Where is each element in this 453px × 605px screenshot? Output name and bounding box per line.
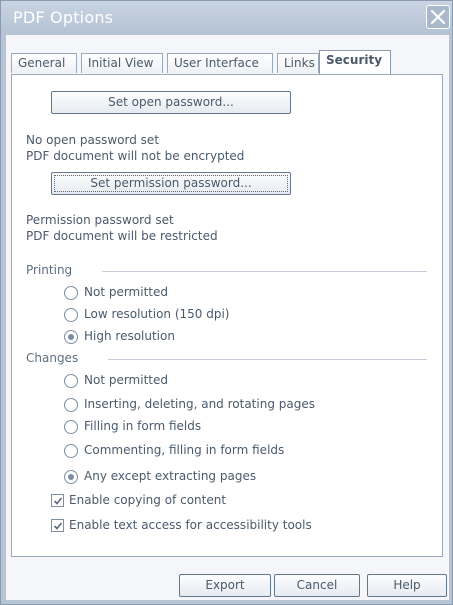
enable-copying-checkbox[interactable] (51, 494, 64, 507)
enable-accessibility-checkbox[interactable] (51, 519, 64, 532)
tab-initial-view[interactable]: Initial View (81, 53, 163, 73)
checkmark-icon (53, 522, 63, 530)
tab-security[interactable]: Security (319, 50, 391, 74)
changes-commenting-label[interactable]: Commenting, filling in form fields (84, 443, 284, 457)
checkmark-icon (53, 497, 63, 505)
printing-not-permitted-radio[interactable] (64, 286, 78, 300)
cancel-button[interactable]: Cancel (274, 574, 360, 597)
changes-not-permitted-label[interactable]: Not permitted (84, 373, 168, 387)
changes-divider (108, 359, 427, 360)
radio-selected-dot (68, 334, 74, 340)
pdf-options-dialog: PDF Options General Initial View User In… (0, 0, 453, 605)
set-open-password-label: Set open password... (108, 95, 234, 109)
export-button-label: Export (205, 578, 245, 592)
enable-accessibility-label[interactable]: Enable text access for accessibility too… (69, 518, 312, 532)
permission-password-status: Permission password set (26, 213, 174, 227)
help-button-label: Help (393, 578, 421, 592)
close-button[interactable] (426, 5, 450, 29)
open-password-status: No open password set (26, 133, 160, 147)
printing-group-label: Printing (26, 263, 73, 277)
set-permission-password-label: Set permission password... (90, 176, 252, 190)
changes-not-permitted-radio[interactable] (64, 374, 78, 388)
enable-copying-label[interactable]: Enable copying of content (69, 493, 226, 507)
printing-not-permitted-label[interactable]: Not permitted (84, 285, 168, 299)
radio-selected-dot (68, 474, 74, 480)
changes-any-except-radio[interactable] (64, 470, 78, 484)
changes-group-label: Changes (26, 351, 79, 365)
tab-general[interactable]: General (11, 53, 77, 73)
printing-low-resolution-label[interactable]: Low resolution (150 dpi) (84, 307, 229, 321)
window-title: PDF Options (13, 8, 114, 27)
tab-links[interactable]: Links (277, 53, 319, 73)
printing-high-resolution-label[interactable]: High resolution (84, 329, 175, 343)
set-open-password-button[interactable]: Set open password... (51, 91, 291, 114)
export-button[interactable]: Export (179, 574, 271, 597)
cancel-button-label: Cancel (296, 578, 338, 592)
restriction-status: PDF document will be restricted (26, 229, 218, 243)
help-button[interactable]: Help (367, 574, 447, 597)
changes-any-except-label[interactable]: Any except extracting pages (84, 469, 256, 483)
close-icon (430, 9, 446, 25)
encryption-status: PDF document will not be encrypted (26, 149, 245, 163)
changes-filling-label[interactable]: Filling in form fields (84, 419, 201, 433)
tab-user-interface[interactable]: User Interface (167, 53, 273, 73)
changes-inserting-label[interactable]: Inserting, deleting, and rotating pages (84, 397, 315, 411)
title-bar: PDF Options (1, 1, 452, 35)
printing-high-resolution-radio[interactable] (64, 330, 78, 344)
printing-divider (102, 271, 427, 272)
set-permission-password-button[interactable]: Set permission password... (51, 172, 291, 195)
changes-inserting-radio[interactable] (64, 398, 78, 412)
changes-filling-radio[interactable] (64, 420, 78, 434)
changes-commenting-radio[interactable] (64, 444, 78, 458)
printing-low-resolution-radio[interactable] (64, 308, 78, 322)
